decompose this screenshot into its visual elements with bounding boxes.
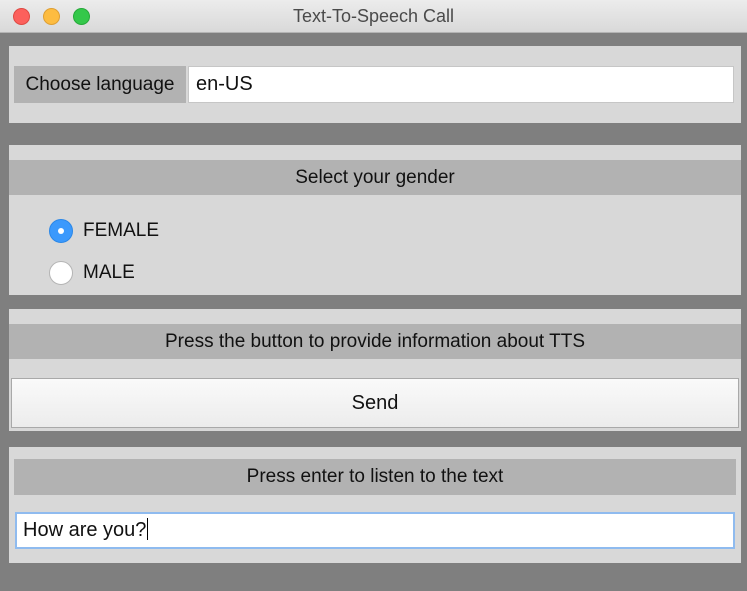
female-radio-label[interactable]: FEMALE [83, 218, 159, 244]
male-radio-label[interactable]: MALE [83, 260, 135, 286]
female-radio[interactable] [49, 219, 73, 243]
male-radio[interactable] [49, 261, 73, 285]
language-panel: Choose language en-US [9, 46, 741, 123]
listen-header: Press enter to listen to the text [14, 459, 736, 495]
radio-selected-dot [58, 228, 64, 234]
tts-info-header: Press the button to provide information … [9, 324, 741, 359]
tts-text-input[interactable]: How are you? [15, 512, 735, 549]
window-title: Text-To-Speech Call [292, 6, 455, 26]
text-caret [147, 518, 149, 540]
tts-text-value: How are you? [23, 519, 147, 541]
gender-panel: Select your gender FEMALE MALE [9, 145, 741, 295]
listen-panel: Press enter to listen to the text How ar… [9, 447, 741, 563]
title-bar: Text-To-Speech Call [0, 0, 747, 33]
choose-language-label: Choose language [14, 66, 186, 103]
app-window: Text-To-Speech Call Choose language en-U… [0, 0, 747, 591]
gender-header: Select your gender [9, 160, 741, 195]
send-button[interactable]: Send [11, 378, 739, 428]
language-input[interactable]: en-US [188, 66, 734, 103]
tts-info-panel: Press the button to provide information … [9, 309, 741, 431]
